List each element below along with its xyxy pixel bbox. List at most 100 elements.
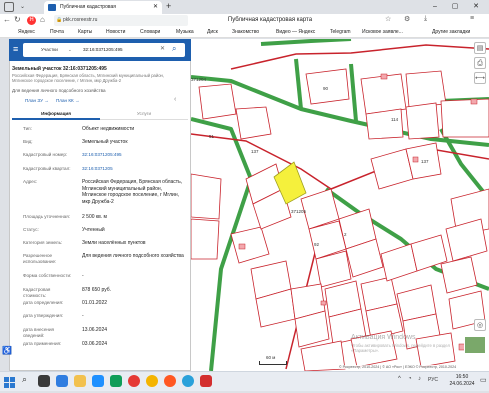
field-value: Российская Федерация, Брянская область, … <box>82 179 183 205</box>
menu-icon[interactable]: ≡ <box>470 15 474 22</box>
bookmark-maps[interactable]: Карты <box>78 28 92 37</box>
object-address-short: Российская Федерация, Брянская область, … <box>12 73 165 83</box>
scale-bar <box>259 361 287 365</box>
edge-icon[interactable] <box>56 375 68 387</box>
refresh-icon[interactable]: ↻ <box>14 15 21 24</box>
tab-search-icon[interactable]: ⌄ <box>20 3 28 11</box>
bookmark-lawsuit[interactable]: Исковое заявле... <box>362 28 403 37</box>
field-value: 13.06.2024 <box>82 327 108 333</box>
search-mode-chevron-icon[interactable]: ⌄ <box>68 47 72 53</box>
location-icon[interactable]: ◎ <box>474 319 486 331</box>
hamburger-icon[interactable]: ≡ <box>13 44 18 54</box>
map-label-90: 90 <box>323 86 329 91</box>
field-label: Адрес: <box>23 179 38 184</box>
clock-date[interactable]: 24.06.2024 <box>446 381 478 387</box>
firefox-icon[interactable] <box>164 375 176 387</box>
yandex-browser-icon[interactable] <box>128 375 140 387</box>
collapse-icon[interactable]: ‹ <box>174 96 176 103</box>
taskview-icon[interactable] <box>38 375 50 387</box>
tab-bar: ⌄ Публичная кадастровая ✕ + – ▢ ✕ <box>0 0 489 14</box>
field-label: дата утверждения: <box>23 313 64 318</box>
field-label: Кадастровая стоимость: <box>23 287 51 298</box>
extensions-icon[interactable]: ⚙ <box>404 15 410 23</box>
print-icon[interactable]: ⎙ <box>474 57 486 69</box>
minimize-icon[interactable]: – <box>426 0 444 13</box>
field-label: Тип: <box>23 126 32 131</box>
store-icon[interactable] <box>92 375 104 387</box>
pdf-icon[interactable] <box>200 375 212 387</box>
plan-kk-link[interactable]: План КК → <box>56 98 80 104</box>
bookmark-other[interactable]: Другие закладки <box>432 28 470 37</box>
field-label: дата внесения сведений: <box>23 327 54 338</box>
field-value: Объект недвижимости <box>82 126 135 132</box>
cadastral-map[interactable] <box>191 39 489 371</box>
search-box[interactable]: Участки ⌄ 32:16:0371205:495 ✕ ⌕ <box>23 43 185 57</box>
chrome-icon[interactable] <box>146 375 158 387</box>
field-value: - <box>82 313 84 319</box>
tab-favicon-icon <box>48 4 56 11</box>
field-value: 03.06.2024 <box>82 341 108 347</box>
tab-services[interactable]: Услуги <box>100 108 188 120</box>
search-mode-select[interactable]: Участки <box>41 47 58 53</box>
lock-icon: 🔒 <box>56 17 63 23</box>
bookmark-video[interactable]: Видео — Яндекс <box>276 28 315 37</box>
bookmark-mail[interactable]: Почта <box>50 28 64 37</box>
bookmark-telegram[interactable]: Telegram <box>330 28 351 37</box>
tab-close-icon[interactable]: ✕ <box>153 1 158 14</box>
volume-icon[interactable]: ♪ <box>418 376 421 382</box>
app-icon[interactable] <box>110 375 122 387</box>
field-label: дата определения: <box>23 300 64 305</box>
clear-search-icon[interactable]: ✕ <box>160 45 165 52</box>
bookmark-icon[interactable]: ☆ <box>385 15 391 23</box>
map-label-51: 51 <box>209 134 215 139</box>
network-icon[interactable]: ◔ <box>408 376 412 382</box>
tray-chevron-icon[interactable]: ^ <box>398 376 401 382</box>
field-value: Учтенный <box>82 227 105 233</box>
field-label: Вид: <box>23 139 33 144</box>
field-value: Для ведения личного подсобного хозяйства <box>82 253 184 259</box>
field-label: дата применения: <box>23 341 62 346</box>
bookmark-dictionaries[interactable]: Словари <box>140 28 160 37</box>
layers-icon[interactable]: ▤ <box>474 42 486 54</box>
language-indicator[interactable]: РУС <box>428 377 438 383</box>
field-value: 878 650 руб. <box>82 287 111 293</box>
plan-zu-link[interactable]: План ЗУ → <box>25 98 49 104</box>
telegram-icon[interactable] <box>182 375 194 387</box>
bookmark-music[interactable]: Музыка <box>176 28 194 37</box>
window-icon[interactable] <box>4 2 14 12</box>
map-label-114: 114 <box>391 117 399 122</box>
accessibility-icon[interactable]: ♿ <box>2 346 12 355</box>
map-label-137b: 137 <box>421 159 429 164</box>
yandex-icon[interactable]: Я <box>27 16 36 25</box>
new-tab-icon[interactable]: + <box>166 1 171 11</box>
back-icon[interactable]: ← <box>3 15 11 24</box>
search-icon[interactable]: ⌕ <box>172 44 176 54</box>
basemap-switch-thumbnail[interactable] <box>464 336 486 354</box>
bookmark-news[interactable]: Новости <box>106 28 125 37</box>
home-icon[interactable]: ⌂ <box>40 15 45 24</box>
notifications-icon[interactable]: ▭ <box>480 376 487 384</box>
cadastral-quarter-link[interactable]: 32:16:0371205 <box>82 166 188 172</box>
windows-start-icon[interactable] <box>4 375 15 388</box>
close-window-icon[interactable]: ✕ <box>467 0 485 13</box>
explorer-icon[interactable] <box>74 375 86 387</box>
active-tab[interactable]: Публичная кадастровая ✕ <box>44 1 162 14</box>
bookmark-dating[interactable]: Знакомство <box>232 28 259 37</box>
bookmark-disk[interactable]: Диск <box>207 28 218 37</box>
bookmark-yandex[interactable]: Яндекс <box>18 28 35 37</box>
ruler-icon[interactable]: ⟷ <box>474 72 486 84</box>
map-attribution: © Росреестр, 2010-2024 | © АО «Рос» | ЕЭ… <box>339 365 489 369</box>
download-icon[interactable]: ⤓ <box>424 15 427 23</box>
url-field[interactable]: 🔒 pkk.rosreestr.ru <box>54 15 188 26</box>
maximize-icon[interactable]: ▢ <box>446 0 464 13</box>
tab-information[interactable]: Информация <box>12 108 100 120</box>
clock-time[interactable]: 16:50 <box>446 374 478 380</box>
field-value: Земельный участок <box>82 139 128 145</box>
taskbar-search-icon[interactable]: ⌕ <box>22 374 27 385</box>
search-input[interactable]: 32:16:0371205:495 <box>83 47 123 53</box>
windows-activation-title: Активация Windows <box>351 334 416 341</box>
field-label: Кадастровый квартал: <box>23 166 71 171</box>
map-view[interactable]: 371204 371205 114 90 51 137 2 92 137 60 … <box>191 39 489 371</box>
map-label-quarter: 371205 <box>291 209 307 214</box>
cadastral-number-link[interactable]: 32:16:0371205:495 <box>82 152 188 158</box>
